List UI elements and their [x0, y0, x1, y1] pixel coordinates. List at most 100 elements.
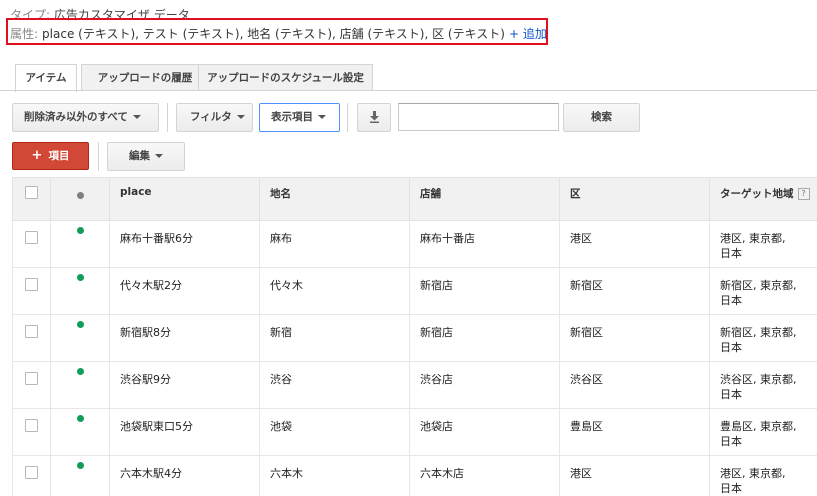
cell-chimei[interactable]: 麻布 [259, 220, 410, 268]
target-line-1: 新宿区, 東京都, [720, 326, 797, 339]
target-line-1: 豊島区, 東京都, [720, 420, 797, 433]
cell-tenpo[interactable]: 新宿店 [409, 314, 560, 362]
target-line-2: 日本 [720, 247, 742, 260]
add-attribute-link[interactable]: + 追加 [509, 27, 547, 41]
status-filter-dropdown[interactable]: 削除済み以外のすべて [12, 103, 159, 132]
target-line-2: 日本 [720, 294, 742, 307]
cell-tenpo[interactable]: 新宿店 [409, 267, 560, 315]
row-status-cell [50, 314, 110, 362]
column-header-ku[interactable]: 区 [559, 177, 710, 221]
cell-place[interactable]: 渋谷駅9分 [109, 361, 260, 409]
cell-place[interactable]: 池袋駅東口5分 [109, 408, 260, 456]
cell-place[interactable]: 六本木駅4分 [109, 455, 260, 496]
target-line-2: 日本 [720, 388, 742, 401]
row-select-cell [12, 455, 51, 496]
target-line-1: 港区, 東京都, [720, 467, 786, 480]
tab-items[interactable]: アイテム [15, 64, 77, 92]
row-checkbox[interactable] [25, 231, 38, 244]
cell-tenpo[interactable]: 六本木店 [409, 455, 560, 496]
toolbar-divider [347, 103, 348, 132]
attributes-line: 属性: place (テキスト), テスト (テキスト), 地名 (テキスト), … [10, 25, 547, 42]
filter-button[interactable]: フィルタ [176, 103, 253, 132]
add-item-label: 項目 [48, 150, 70, 162]
table-header-row: place 地名 店舗 区 ターゲット地域? [12, 177, 817, 221]
attributes-label: 属性: [10, 27, 39, 41]
cell-ku[interactable]: 新宿区 [559, 267, 710, 315]
row-status-cell [50, 361, 110, 409]
tab-upload-history[interactable]: アップロードの履歴 [81, 64, 209, 91]
add-item-button[interactable]: + 項目 [12, 142, 89, 170]
cell-chimei[interactable]: 六本木 [259, 455, 410, 496]
cell-tenpo[interactable]: 渋谷店 [409, 361, 560, 409]
edit-label: 編集 [129, 150, 150, 162]
cell-target[interactable]: 渋谷区, 東京都, 日本 [709, 361, 817, 409]
target-line-1: 渋谷区, 東京都, [720, 373, 797, 386]
column-header-tenpo[interactable]: 店舗 [409, 177, 560, 221]
status-active-icon [76, 321, 84, 328]
status-filter-label: 削除済み以外のすべて [24, 111, 128, 123]
row-checkbox[interactable] [25, 325, 38, 338]
tab-upload-schedule[interactable]: アップロードのスケジュール設定 [198, 64, 373, 91]
row-status-cell [50, 455, 110, 496]
target-line-2: 日本 [720, 482, 742, 495]
items-table: place 地名 店舗 区 ターゲット地域? 麻布十番駅6分 麻布 麻布十番店 … [12, 177, 817, 496]
table-row: 池袋駅東口5分 池袋 池袋店 豊島区 豊島区, 東京都, 日本 [12, 408, 817, 456]
plus-icon: + [31, 148, 43, 163]
row-select-cell [12, 361, 51, 409]
cell-place[interactable]: 新宿駅8分 [109, 314, 260, 362]
select-all-checkbox[interactable] [25, 186, 38, 199]
cell-ku[interactable]: 港区 [559, 455, 710, 496]
cell-chimei[interactable]: 池袋 [259, 408, 410, 456]
chevron-down-icon [132, 115, 141, 119]
column-header-place[interactable]: place [109, 177, 260, 221]
cell-place[interactable]: 麻布十番駅6分 [109, 220, 260, 268]
row-select-cell [12, 314, 51, 362]
status-active-icon [76, 274, 84, 281]
chevron-down-icon [318, 115, 326, 119]
cell-place[interactable]: 代々木駅2分 [109, 267, 260, 315]
header-status[interactable] [50, 177, 110, 221]
column-header-chimei[interactable]: 地名 [259, 177, 410, 221]
cell-chimei[interactable]: 渋谷 [259, 361, 410, 409]
table-row: 代々木駅2分 代々木 新宿店 新宿区 新宿区, 東京都, 日本 [12, 267, 817, 315]
cell-tenpo[interactable]: 麻布十番店 [409, 220, 560, 268]
target-header-label: ターゲット地域 [720, 188, 794, 200]
toolbar-divider [167, 103, 168, 132]
table-row: 六本木駅4分 六本木 六本木店 港区 港区, 東京都, 日本 [12, 455, 817, 496]
row-status-cell [50, 220, 110, 268]
search-input[interactable] [398, 103, 559, 131]
cell-tenpo[interactable]: 池袋店 [409, 408, 560, 456]
cell-chimei[interactable]: 代々木 [259, 267, 410, 315]
search-button[interactable]: 検索 [563, 103, 640, 132]
table-row: 新宿駅8分 新宿 新宿店 新宿区 新宿区, 東京都, 日本 [12, 314, 817, 362]
chevron-down-icon [155, 154, 163, 158]
row-select-cell [12, 267, 51, 315]
row-status-cell [50, 267, 110, 315]
row-checkbox[interactable] [25, 466, 38, 479]
cell-ku[interactable]: 渋谷区 [559, 361, 710, 409]
header-select-all[interactable] [12, 177, 51, 221]
cell-chimei[interactable]: 新宿 [259, 314, 410, 362]
row-checkbox[interactable] [25, 419, 38, 432]
cell-target[interactable]: 新宿区, 東京都, 日本 [709, 314, 817, 362]
row-select-cell [12, 220, 51, 268]
toolbar-divider [98, 142, 99, 171]
download-button[interactable] [357, 103, 391, 132]
cell-ku[interactable]: 豊島区 [559, 408, 710, 456]
cell-target[interactable]: 港区, 東京都, 日本 [709, 455, 817, 496]
target-line-1: 港区, 東京都, [720, 232, 786, 245]
cell-target[interactable]: 新宿区, 東京都, 日本 [709, 267, 817, 315]
cell-ku[interactable]: 新宿区 [559, 314, 710, 362]
table-row: 渋谷駅9分 渋谷 渋谷店 渋谷区 渋谷区, 東京都, 日本 [12, 361, 817, 409]
edit-dropdown[interactable]: 編集 [107, 142, 185, 171]
cell-target[interactable]: 港区, 東京都, 日本 [709, 220, 817, 268]
table-row: 麻布十番駅6分 麻布 麻布十番店 港区 港区, 東京都, 日本 [12, 220, 817, 268]
cell-ku[interactable]: 港区 [559, 220, 710, 268]
columns-button[interactable]: 表示項目 [259, 103, 340, 132]
column-header-target[interactable]: ターゲット地域? [709, 177, 817, 221]
row-checkbox[interactable] [25, 372, 38, 385]
help-icon[interactable]: ? [797, 188, 810, 200]
cell-target[interactable]: 豊島区, 東京都, 日本 [709, 408, 817, 456]
attributes-value: place (テキスト), テスト (テキスト), 地名 (テキスト), 店舗 … [42, 27, 505, 41]
row-checkbox[interactable] [25, 278, 38, 291]
